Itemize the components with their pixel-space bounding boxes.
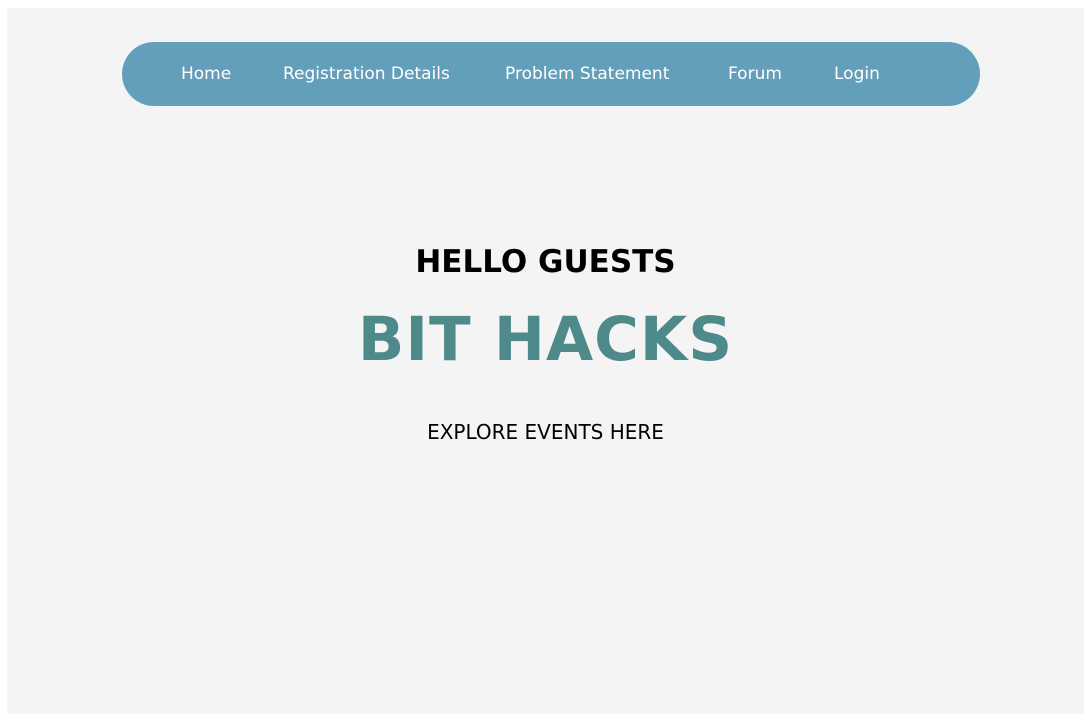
- page-background: Home Registration Details Problem Statem…: [7, 8, 1084, 714]
- hero-greeting: HELLO GUESTS: [415, 244, 676, 280]
- nav-link-login[interactable]: Login: [834, 42, 880, 106]
- explore-events-link[interactable]: EXPLORE EVENTS HERE: [7, 417, 1084, 447]
- nav-link-problem-statement[interactable]: Problem Statement: [505, 42, 669, 106]
- navbar: Home Registration Details Problem Statem…: [122, 42, 980, 106]
- nav-link-registration-details[interactable]: Registration Details: [283, 42, 450, 106]
- hero-title: BIT HACKS: [357, 304, 734, 375]
- nav-link-home[interactable]: Home: [181, 42, 231, 106]
- nav-link-forum[interactable]: Forum: [728, 42, 782, 106]
